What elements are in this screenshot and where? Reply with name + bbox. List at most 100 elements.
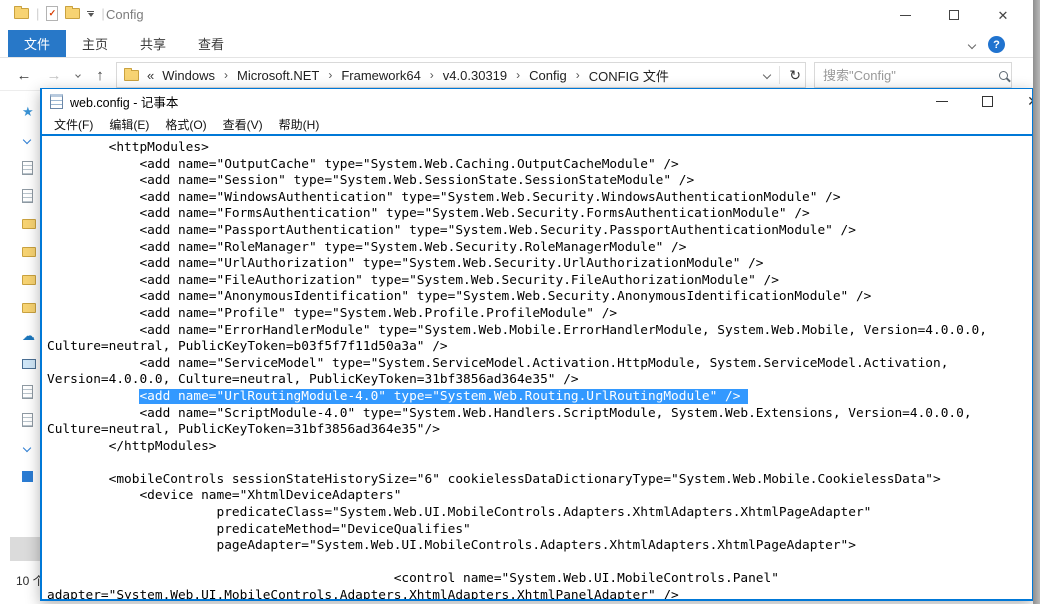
config-line: <add name="RoleManager" type="System.Web… xyxy=(47,240,1032,257)
nav-item[interactable] xyxy=(22,266,40,294)
config-line: <add name="UrlAuthorization" type="Syste… xyxy=(47,256,1032,273)
nav-folder-icon xyxy=(22,303,36,313)
nav-item[interactable] xyxy=(22,238,40,266)
menu-v[interactable]: 查看(V) xyxy=(215,114,271,135)
close-icon: ✕ xyxy=(998,9,1009,22)
breadcrumb-item[interactable]: v4.0.30319 xyxy=(439,66,511,85)
breadcrumb-item[interactable]: Microsoft.NET xyxy=(233,66,323,85)
nav-item[interactable] xyxy=(22,406,40,434)
properties-check-icon[interactable]: ✓ xyxy=(46,6,58,21)
breadcrumb-item[interactable]: Windows xyxy=(158,66,219,85)
maximize-button[interactable] xyxy=(937,0,971,30)
nav-item[interactable] xyxy=(22,210,40,238)
tab-home[interactable]: 主页 xyxy=(66,30,124,57)
explorer-titlebar[interactable]: | ✓ | Config ✕ xyxy=(0,0,1033,30)
nav-grid-icon xyxy=(22,471,33,482)
nav-item[interactable] xyxy=(22,154,40,182)
config-line: <add name="Profile" type="System.Web.Pro… xyxy=(47,306,1032,323)
nav-chevron-icon xyxy=(23,136,31,144)
maximize-icon xyxy=(949,10,959,20)
nav-item[interactable]: ★ xyxy=(22,98,40,126)
minimize-button[interactable] xyxy=(888,0,922,30)
breadcrumb-overflow[interactable]: « xyxy=(145,66,156,85)
address-dropdown-chevron-icon[interactable] xyxy=(763,71,771,79)
nav-item[interactable] xyxy=(22,378,40,406)
menu-e[interactable]: 编辑(E) xyxy=(101,114,157,135)
menu-h[interactable]: 帮助(H) xyxy=(271,114,328,135)
config-line: <mobileControls sessionStateHistorySize=… xyxy=(47,472,1032,489)
config-line: <add name="UrlRoutingModule-4.0" type="S… xyxy=(47,389,1032,406)
refresh-icon[interactable]: ↻ xyxy=(789,67,801,84)
config-line xyxy=(47,455,1032,472)
nav-selected-item[interactable] xyxy=(10,537,40,561)
separator: | xyxy=(101,6,104,21)
screen: G 打 | ✓ | Config ✕ 文件主页共享查看 ? ← → xyxy=(0,0,1040,604)
menu-f[interactable]: 文件(F) xyxy=(46,114,101,135)
nav-cloud-icon: ☁ xyxy=(22,328,35,344)
tab-view[interactable]: 查看 xyxy=(182,30,240,57)
breadcrumb-item[interactable]: Config xyxy=(525,66,571,85)
notepad-text[interactable]: <httpModules> <add name="OutputCache" ty… xyxy=(42,136,1032,601)
selected-text: <add name="UrlRoutingModule-4.0" type="S… xyxy=(139,389,748,404)
nav-item[interactable] xyxy=(22,434,40,462)
back-button[interactable]: ← xyxy=(12,63,36,87)
search-icon[interactable] xyxy=(999,71,1008,80)
quick-access-toolbar: | ✓ | xyxy=(14,6,105,21)
breadcrumb-separator-icon: › xyxy=(513,68,523,82)
history-chevron-icon[interactable] xyxy=(66,63,90,87)
address-box[interactable]: «Windows›Microsoft.NET›Framework64›v4.0.… xyxy=(116,62,806,88)
breadcrumb-separator-icon: › xyxy=(427,68,437,82)
nav-item[interactable] xyxy=(22,462,40,490)
breadcrumb-separator-icon: › xyxy=(325,68,335,82)
folder-icon[interactable] xyxy=(14,8,29,19)
breadcrumb-item[interactable]: CONFIG 文件 xyxy=(585,64,673,87)
config-line: <add name="ServiceModel" type="System.Se… xyxy=(47,356,1032,373)
maximize-icon xyxy=(982,96,993,107)
ribbon-tab-row: 文件主页共享查看 xyxy=(8,30,240,57)
notepad-window: web.config - 记事本 ✕ 文件(F)编辑(E)格式(O)查看(V)帮… xyxy=(40,88,1033,601)
config-line: <device name="XhtmlDeviceAdapters" xyxy=(47,488,1032,505)
customize-toolbar-dropdown-icon[interactable] xyxy=(87,11,94,17)
nav-item[interactable]: ☁ xyxy=(22,322,40,350)
search-box[interactable] xyxy=(814,62,1012,88)
config-line: </httpModules> xyxy=(47,439,1032,456)
search-input[interactable] xyxy=(823,68,999,83)
separator xyxy=(779,66,780,84)
forward-button[interactable]: → xyxy=(42,63,66,87)
config-line: <add name="WindowsAuthentication" type="… xyxy=(47,190,1032,207)
config-line: <add name="FormsAuthentication" type="Sy… xyxy=(47,206,1032,223)
help-icon[interactable]: ? xyxy=(988,36,1005,53)
address-bar-row: ← → ↑ «Windows›Microsoft.NET›Framework64… xyxy=(0,58,1033,91)
menu-o[interactable]: 格式(O) xyxy=(157,114,214,135)
new-folder-icon[interactable] xyxy=(65,8,80,19)
nav-item[interactable] xyxy=(22,182,40,210)
config-line: predicateClass="System.Web.UI.MobileCont… xyxy=(47,505,1032,522)
nav-folder-icon xyxy=(22,275,36,285)
up-button[interactable]: ↑ xyxy=(88,63,112,87)
notepad-icon xyxy=(50,94,63,109)
nav-chevron-icon xyxy=(23,444,31,452)
config-line: <control name="System.Web.UI.MobileContr… xyxy=(47,571,1032,588)
notepad-minimize-button[interactable] xyxy=(927,89,957,114)
notepad-close-button[interactable]: ✕ xyxy=(1018,89,1033,114)
config-line: <httpModules> xyxy=(47,140,1032,157)
nav-item[interactable] xyxy=(22,350,40,378)
config-line: predicateMethod="DeviceQualifies" xyxy=(47,522,1032,539)
notepad-titlebar[interactable]: web.config - 记事本 ✕ xyxy=(42,89,1032,114)
config-line: <add name="OutputCache" type="System.Web… xyxy=(47,157,1032,174)
breadcrumb: «Windows›Microsoft.NET›Framework64›v4.0.… xyxy=(145,64,758,87)
nav-item[interactable] xyxy=(22,126,40,154)
tab-file[interactable]: 文件 xyxy=(8,30,66,57)
tab-share[interactable]: 共享 xyxy=(124,30,182,57)
notepad-maximize-button[interactable] xyxy=(972,89,1002,114)
nav-item[interactable] xyxy=(22,294,40,322)
notepad-menubar: 文件(F)编辑(E)格式(O)查看(V)帮助(H) xyxy=(42,114,1032,134)
address-folder-icon xyxy=(124,70,139,81)
config-line: <add name="PassportAuthentication" type=… xyxy=(47,223,1032,240)
close-button[interactable]: ✕ xyxy=(986,0,1020,30)
breadcrumb-item[interactable]: Framework64 xyxy=(337,66,424,85)
config-line: <add name="ScriptModule-4.0" type="Syste… xyxy=(47,406,1032,423)
ribbon-collapse-chevron-icon[interactable] xyxy=(968,40,976,48)
nav-pane: ★☁ xyxy=(22,98,40,490)
nav-pin-icon: ★ xyxy=(22,104,34,120)
